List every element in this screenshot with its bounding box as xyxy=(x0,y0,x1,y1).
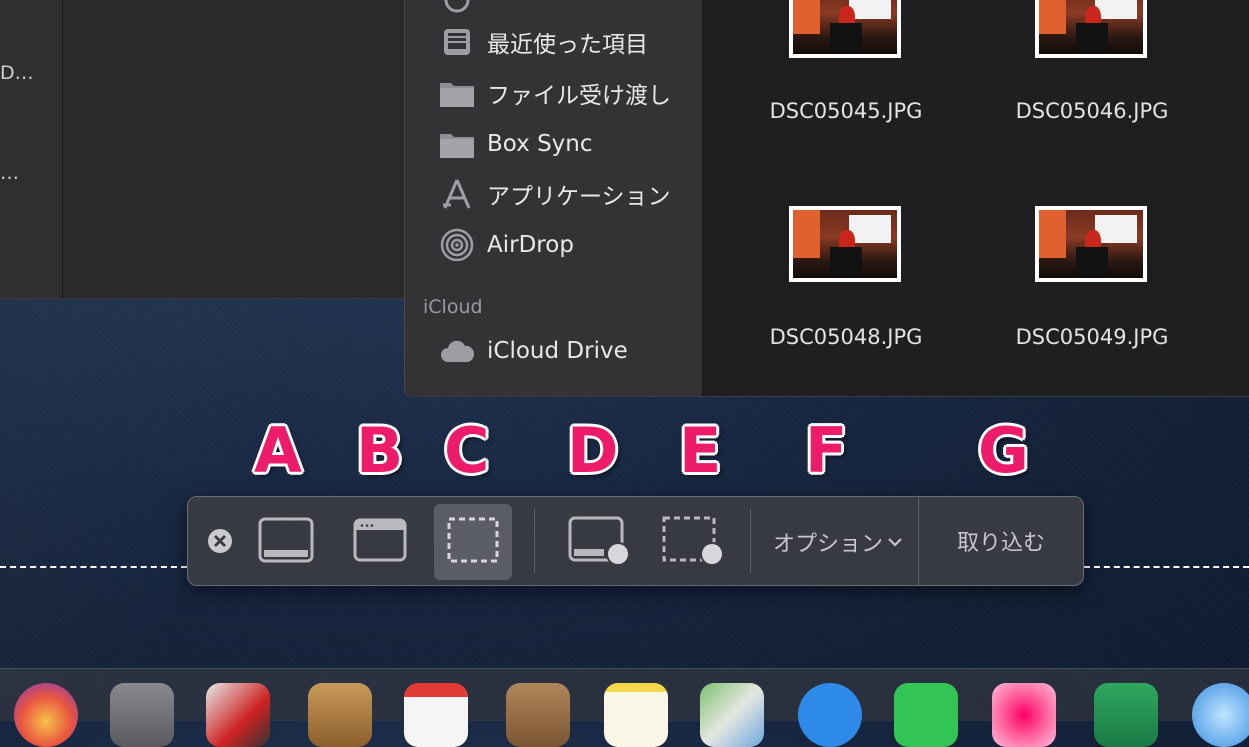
dock xyxy=(0,668,1249,747)
file-name[interactable]: DSC05045.JPG xyxy=(746,99,946,123)
toolbar-separator xyxy=(534,509,535,573)
annotation-letter-b: B xyxy=(356,414,404,487)
cloud-icon xyxy=(439,333,475,369)
file-thumbnail[interactable] xyxy=(1035,206,1147,282)
facetime-app-icon[interactable] xyxy=(894,683,958,747)
sidebar-item-label: Box Sync xyxy=(487,131,593,157)
capture-label: 取り込む xyxy=(956,531,1045,556)
options-label: オプション xyxy=(772,532,883,557)
sidebar-item-applications[interactable]: アプリケーション xyxy=(439,176,671,212)
file-thumbnail[interactable] xyxy=(789,0,901,58)
file-thumbnail[interactable] xyxy=(789,206,901,282)
capture-entire-screen-button[interactable] xyxy=(254,515,318,569)
background-window-row: … xyxy=(0,162,19,184)
xcode-app-icon[interactable] xyxy=(1192,683,1249,747)
selection-dashed-line xyxy=(0,566,187,568)
sidebar-item-airdrop[interactable]: AirDrop xyxy=(439,227,574,263)
sidebar-item-label: 最近使った項目 xyxy=(487,32,648,58)
applications-icon xyxy=(439,176,475,212)
sidebar-item-label: ファイル受け渡し xyxy=(487,83,671,109)
cloud-icon xyxy=(439,0,475,18)
record-selection-button[interactable] xyxy=(658,511,728,573)
background-window-row: D… xyxy=(0,62,34,84)
file-name[interactable]: DSC05049.JPG xyxy=(992,325,1192,349)
record-entire-screen-button[interactable] xyxy=(564,511,634,573)
annotation-letter-f: F xyxy=(805,414,848,487)
background-window-column xyxy=(0,0,63,298)
itunes-app-icon[interactable] xyxy=(992,683,1056,747)
folder-icon xyxy=(439,126,475,162)
sidebar-item-box-sync[interactable]: Box Sync xyxy=(439,126,593,162)
sidebar-item-recents[interactable]: 最近使った項目 xyxy=(439,24,648,60)
capture-window-icon xyxy=(353,516,407,568)
contacts-app-icon[interactable] xyxy=(506,683,570,747)
file-name[interactable]: DSC05048.JPG xyxy=(746,325,946,349)
annotation-letter-d: D xyxy=(567,414,619,487)
sidebar-item-label: iCloud Drive xyxy=(487,338,628,364)
photo-booth-app-icon[interactable] xyxy=(206,683,270,747)
file-thumbnail[interactable] xyxy=(1035,0,1147,58)
capture-button[interactable]: 取り込む xyxy=(919,497,1083,585)
capture-selection-icon xyxy=(446,516,500,568)
photos-app-icon[interactable] xyxy=(14,683,78,747)
finder-window: 最近使った項目 ファイル受け渡し Box Sync アプリケーション AirDr… xyxy=(404,0,1249,397)
sidebar-item-label: AirDrop xyxy=(487,232,574,258)
spreadsheet-app-icon[interactable] xyxy=(1094,683,1158,747)
messages-app-icon[interactable] xyxy=(798,683,862,747)
maps-app-icon[interactable] xyxy=(700,683,764,747)
background-window: D… … xyxy=(0,0,420,299)
toolbar-separator xyxy=(750,509,751,573)
airdrop-icon xyxy=(439,227,475,263)
notes-app-icon[interactable] xyxy=(604,683,668,747)
close-icon xyxy=(207,528,233,558)
selection-dashed-line xyxy=(1084,566,1249,568)
finder-sidebar: 最近使った項目 ファイル受け渡し Box Sync アプリケーション AirDr… xyxy=(405,0,703,396)
capture-selection-button[interactable] xyxy=(434,504,512,580)
annotation-letter-e: E xyxy=(679,414,722,487)
capture-window-button[interactable] xyxy=(350,515,410,569)
folder-icon xyxy=(439,75,475,111)
record-selection-icon xyxy=(660,512,726,572)
sidebar-item-partial[interactable] xyxy=(439,0,487,18)
camera-app-icon[interactable] xyxy=(110,683,174,747)
sidebar-item-icloud-drive[interactable]: iCloud Drive xyxy=(439,333,628,369)
annotation-letter-c: C xyxy=(444,414,490,487)
sidebar-section-icloud: iCloud xyxy=(423,296,483,318)
sidebar-item-label: アプリケーション xyxy=(487,184,671,210)
file-name[interactable]: DSC05046.JPG xyxy=(992,99,1192,123)
recents-icon xyxy=(439,24,475,60)
annotation-letter-a: A xyxy=(254,414,302,487)
screenshot-toolbar: オプション 取り込む xyxy=(187,496,1084,586)
chevron-down-icon xyxy=(887,533,903,552)
options-menu-button[interactable]: オプション xyxy=(762,523,914,561)
sidebar-item-file-transfer[interactable]: ファイル受け渡し xyxy=(439,75,671,111)
calendar-app-icon[interactable] xyxy=(404,683,468,747)
record-screen-icon xyxy=(566,512,632,572)
preview-app-icon[interactable] xyxy=(308,683,372,747)
capture-screen-icon xyxy=(258,516,314,568)
close-button[interactable] xyxy=(204,527,236,559)
annotation-letter-g: G xyxy=(978,414,1029,487)
